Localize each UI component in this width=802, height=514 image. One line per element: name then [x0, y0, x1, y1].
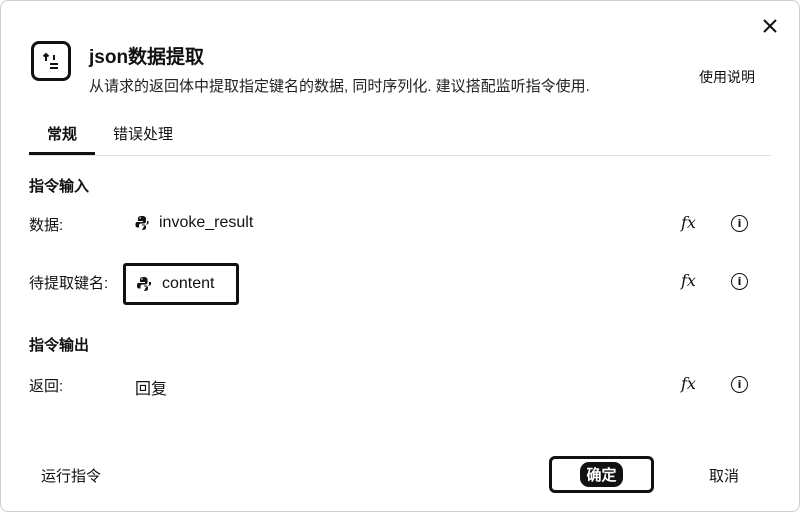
close-icon — [763, 19, 777, 33]
help-link[interactable]: 使用说明 — [699, 67, 755, 87]
key-name-label: 待提取键名: — [29, 275, 109, 292]
key-name-field[interactable]: content — [123, 263, 239, 305]
python-icon — [135, 215, 149, 231]
tab-bar: 常规 错误处理 — [29, 121, 191, 155]
run-command-button[interactable]: 运行指令 — [41, 465, 101, 486]
return-fx-button[interactable]: fx — [681, 374, 696, 393]
python-icon — [136, 276, 152, 292]
data-info-icon[interactable]: i — [731, 215, 748, 232]
close-button[interactable] — [759, 15, 781, 37]
return-info-icon[interactable]: i — [731, 376, 748, 393]
return-value-field[interactable]: 回复 — [135, 375, 167, 399]
output-section-title: 指令输出 — [29, 337, 90, 354]
tab-divider — [29, 155, 771, 156]
data-fx-button[interactable]: fx — [681, 213, 696, 232]
data-label: 数据: — [29, 217, 64, 234]
data-value-field[interactable]: invoke_result — [135, 214, 253, 232]
key-name-fx-button[interactable]: fx — [681, 271, 696, 290]
cancel-button[interactable]: 取消 — [709, 465, 739, 486]
confirm-button[interactable]: 确定 — [549, 456, 654, 493]
key-name-info-icon[interactable]: i — [731, 273, 748, 290]
tab-general[interactable]: 常规 — [29, 121, 96, 155]
dialog-subtitle: 从请求的返回体中提取指定键名的数据, 同时序列化. 建议搭配监听指令使用. — [89, 78, 590, 95]
dialog-title: json数据提取 — [89, 47, 205, 68]
data-value-text: invoke_result — [159, 214, 254, 231]
dialog-header: json数据提取 从请求的返回体中提取指定键名的数据, 同时序列化. 建议搭配监… — [31, 41, 590, 96]
json-extract-icon — [31, 41, 71, 81]
return-value-text: 回复 — [135, 381, 168, 398]
json-extract-dialog: json数据提取 从请求的返回体中提取指定键名的数据, 同时序列化. 建议搭配监… — [0, 0, 800, 512]
input-section-title: 指令输入 — [29, 178, 90, 195]
tab-error-handling[interactable]: 错误处理 — [95, 121, 191, 155]
confirm-button-label: 确定 — [580, 462, 623, 487]
key-name-value-text: content — [162, 275, 215, 292]
return-label: 返回: — [29, 378, 64, 395]
